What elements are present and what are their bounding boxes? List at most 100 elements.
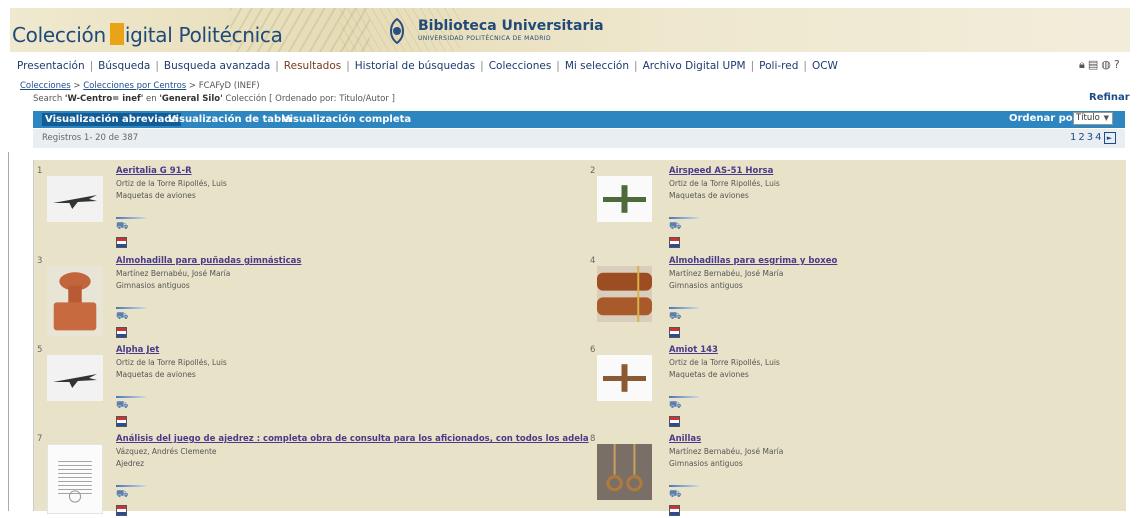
flag-icon[interactable]	[116, 416, 127, 427]
record-number: 3	[37, 256, 43, 266]
flag-icon[interactable]	[669, 327, 680, 338]
record-number: 5	[37, 345, 43, 355]
nav-item[interactable]: Poli-red	[759, 60, 798, 72]
flag-icon[interactable]	[669, 237, 680, 248]
page-link[interactable]: 1	[1070, 132, 1076, 143]
lock-icon[interactable]: 🔒︎	[1079, 58, 1085, 71]
breadcrumb-sep: >	[188, 81, 197, 91]
breadcrumb-current: FCAFyD (INEF)	[198, 81, 260, 91]
record-thumbnail[interactable]	[46, 443, 104, 515]
record-number: 8	[590, 434, 596, 444]
record-title[interactable]: Airspeed AS-51 Horsa	[669, 166, 773, 176]
records-count: Registros 1- 20 de 387	[42, 133, 139, 143]
record-title[interactable]: Almohadilla para puñadas gimnásticas	[116, 256, 301, 266]
nav-separator: |	[556, 60, 560, 72]
record-author: Martínez Bernabéu, José María	[669, 447, 784, 456]
search-field: 'General Silo'	[159, 94, 223, 104]
nav-item[interactable]: Historial de búsquedas	[355, 60, 475, 72]
main-nav: Presentación | Búsqueda | Busqueda avanzada |…	[17, 60, 838, 72]
order-select[interactable]: Título ▼	[1073, 112, 1113, 125]
nav-item[interactable]: Presentación	[17, 60, 85, 72]
flag-icon[interactable]	[116, 237, 127, 248]
record-author: Ortiz de la Torre Ripollés, Luis	[116, 358, 227, 367]
search-summary: Search 'W-Centro= inef' en 'General Silo…	[33, 94, 395, 104]
record-progress-bar	[669, 217, 699, 219]
chevron-down-icon: ▼	[1103, 114, 1109, 122]
document-icon[interactable]: ▤	[1088, 58, 1098, 71]
cart-icon[interactable]: ⛟	[669, 490, 682, 500]
globe-icon[interactable]: ◍	[1101, 58, 1111, 71]
nav-item[interactable]: Archivo Digital UPM	[643, 60, 746, 72]
cart-icon[interactable]: ⛟	[116, 490, 129, 500]
cart-icon[interactable]: ⛟	[116, 222, 129, 232]
record-title[interactable]: Análisis del juego de ajedrez : completa…	[116, 434, 589, 444]
record-collection: Gimnasios antiguos	[669, 459, 743, 468]
nav-separator: |	[155, 60, 159, 72]
nav-separator: |	[634, 60, 638, 72]
nav-item[interactable]: OCW	[812, 60, 838, 72]
nav-separator: |	[346, 60, 350, 72]
order-value: Título	[1076, 113, 1100, 123]
site-logo[interactable]: Colección igital Politécnica	[12, 23, 283, 47]
cart-icon[interactable]: ⛟	[669, 312, 682, 322]
record-author: Vázquez, Andrés Clemente	[116, 447, 217, 456]
record-progress-bar	[116, 307, 146, 309]
record-author: Ortiz de la Torre Ripollés, Luis	[669, 179, 780, 188]
cart-icon[interactable]: ⛟	[669, 222, 682, 232]
record-number: 6	[590, 345, 596, 355]
nav-item[interactable]: Busqueda avanzada	[164, 60, 270, 72]
page-link[interactable]: 2	[1078, 132, 1084, 143]
search-in: en	[146, 94, 157, 104]
search-order: [ Ordenado por: Titulo/Autor ]	[269, 94, 395, 104]
record-progress-bar	[669, 396, 699, 398]
flag-icon[interactable]	[669, 416, 680, 427]
breadcrumb: Colecciones > Colecciones por Centros > …	[20, 81, 260, 91]
nav-separator: |	[275, 60, 279, 72]
library-title: Biblioteca Universitaria	[418, 18, 604, 34]
record-thumbnail[interactable]	[597, 444, 652, 500]
nav-item[interactable]: Colecciones	[489, 60, 552, 72]
nav-item[interactable]: Mi selección	[565, 60, 629, 72]
refine-link[interactable]: Refinar	[1089, 92, 1130, 103]
results-panel	[33, 160, 1126, 511]
record-collection: Ajedrez	[116, 459, 145, 468]
pagination: 1 2 3 4 ►	[1068, 132, 1116, 144]
flag-icon[interactable]	[116, 327, 127, 338]
brand-left: Colección	[12, 23, 106, 47]
nav-separator: |	[89, 60, 94, 72]
cart-icon[interactable]: ⛟	[116, 401, 129, 411]
record-number: 4	[590, 256, 596, 266]
breadcrumb-collections[interactable]: Colecciones	[20, 81, 71, 91]
help-icon[interactable]: ?	[1114, 58, 1120, 71]
tab-full[interactable]: Visualización completa	[282, 114, 411, 125]
record-title[interactable]: Amiot 143	[669, 345, 718, 355]
library-subtitle: UNIVERSIDAD POLITÉCNICA DE MADRID	[418, 35, 551, 42]
next-page-icon[interactable]: ►	[1103, 132, 1116, 144]
page-link[interactable]: 3	[1087, 132, 1093, 143]
record-progress-bar	[116, 485, 146, 487]
record-title[interactable]: Alpha Jet	[116, 345, 159, 355]
record-progress-bar	[669, 307, 699, 309]
library-logo-icon	[390, 17, 404, 45]
tab-table[interactable]: Visualización de tabla	[168, 114, 291, 125]
record-title[interactable]: Almohadillas para esgrima y boxeo	[669, 256, 837, 266]
tab-abbreviated[interactable]: Visualización abreviada	[42, 113, 182, 126]
breadcrumb-by-centers[interactable]: Colecciones por Centros	[83, 81, 186, 91]
search-prefix: Search	[33, 94, 63, 104]
record-thumbnail[interactable]	[597, 176, 652, 222]
record-thumbnail[interactable]	[597, 355, 652, 401]
record-author: Ortiz de la Torre Ripollés, Luis	[669, 358, 780, 367]
record-thumbnail[interactable]	[597, 266, 652, 322]
record-collection: Maquetas de aviones	[116, 191, 196, 200]
record-collection: Maquetas de aviones	[669, 370, 749, 379]
record-thumbnail[interactable]	[47, 266, 103, 336]
nav-item[interactable]: Búsqueda	[98, 60, 150, 72]
record-title[interactable]: Anillas	[669, 434, 701, 444]
cart-icon[interactable]: ⛟	[669, 401, 682, 411]
cart-icon[interactable]: ⛟	[116, 312, 129, 322]
record-thumbnail[interactable]	[47, 176, 103, 222]
record-title[interactable]: Aeritalia G 91-R	[116, 166, 192, 176]
page-link[interactable]: 4	[1095, 132, 1101, 143]
nav-item[interactable]: Resultados	[284, 60, 341, 72]
record-thumbnail[interactable]	[47, 355, 103, 401]
